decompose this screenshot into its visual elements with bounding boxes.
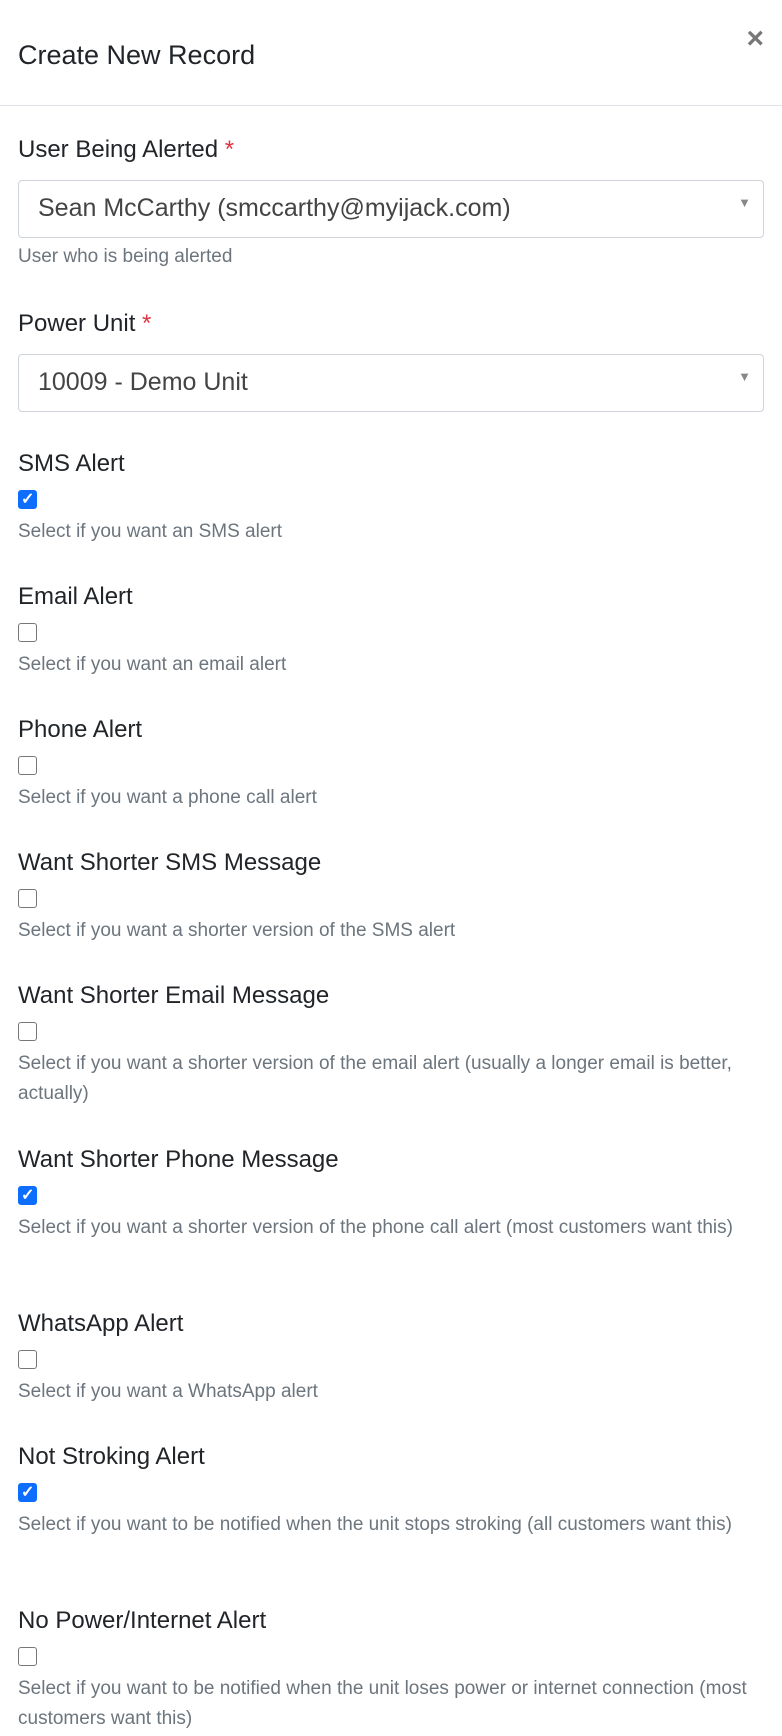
checkbox-help: Select if you want to be notified when t… (18, 1514, 732, 1535)
checkbox-help: Select if you want a shorter version of … (18, 920, 456, 941)
checkbox-field-group: SMS Alert Select if you want an SMS alert (18, 450, 764, 547)
checkbox-field-group: Not Stroking Alert Select if you want to … (18, 1443, 764, 1540)
checkbox-help: Select if you want an SMS alert (18, 521, 283, 542)
checkbox-help: Select if you want a shorter version of … (18, 1217, 733, 1238)
required-mark: * (224, 136, 235, 163)
checkbox[interactable] (18, 1482, 37, 1502)
checkbox-help: Select if you want a WhatsApp alert (18, 1381, 318, 1402)
user-select[interactable]: Sean McCarthy (smccarthy@myijack.com) ▼ (18, 180, 764, 238)
checkbox-label: Want Shorter Email Message (18, 982, 330, 1009)
checkbox-help: Select if you want to be notified when t… (18, 1678, 747, 1729)
power-unit-field-group: Power Unit * 10009 - Demo Unit ▼ (18, 310, 764, 412)
power-unit-select-value: 10009 - Demo Unit (38, 368, 248, 396)
user-select-value: Sean McCarthy (smccarthy@myijack.com) (38, 194, 511, 222)
checkbox-field-group: WhatsApp Alert Select if you want a Whats… (18, 1310, 764, 1407)
checkbox-label: SMS Alert (18, 450, 125, 477)
checkbox-label: WhatsApp Alert (18, 1310, 184, 1337)
user-label: User Being Alerted * (18, 136, 235, 163)
checkbox-field-group: Phone Alert Select if you want a phone ca… (18, 716, 764, 813)
modal-header: Create New Record × (0, 0, 782, 106)
checkbox-label: Want Shorter Phone Message (18, 1146, 339, 1173)
checkbox-help: Select if you want a shorter version of … (18, 1053, 732, 1104)
chevron-down-icon: ▼ (738, 369, 751, 384)
checkbox-label: Want Shorter SMS Message (18, 849, 322, 876)
chevron-down-icon: ▼ (738, 195, 751, 210)
checkbox-field-group: Want Shorter Email Message Select if you … (18, 982, 764, 1109)
checkbox-field-group: No Power/Internet Alert Select if you wan… (18, 1607, 764, 1734)
checkbox[interactable] (18, 1185, 37, 1205)
checkbox[interactable] (18, 1647, 37, 1666)
checkbox-label: Not Stroking Alert (18, 1443, 205, 1470)
checkbox-label: No Power/Internet Alert (18, 1607, 267, 1634)
modal-title: Create New Record (18, 40, 256, 70)
required-mark: * (142, 310, 152, 337)
checkbox-help: Select if you want an email alert (18, 654, 287, 675)
user-field-group: User Being Alerted * Sean McCarthy (smcc… (18, 136, 764, 272)
power-unit-label: Power Unit * (18, 310, 152, 337)
checkbox[interactable] (18, 489, 37, 509)
power-unit-select[interactable]: 10009 - Demo Unit ▼ (18, 354, 764, 412)
checkbox[interactable] (18, 1022, 37, 1041)
checkbox[interactable] (18, 756, 37, 775)
checkbox-field-group: Want Shorter Phone Message Select if you … (18, 1146, 764, 1243)
checkbox-field-group: Want Shorter SMS Message Select if you wa… (18, 849, 764, 946)
checkbox-label: Phone Alert (18, 716, 143, 743)
checkbox[interactable] (18, 1350, 37, 1369)
user-help: User who is being alerted (18, 246, 233, 267)
checkbox-help: Select if you want a phone call alert (18, 787, 317, 808)
checkbox[interactable] (18, 623, 37, 642)
checkbox-field-group: Email Alert Select if you want an email a… (18, 583, 764, 680)
close-icon[interactable]: × (746, 24, 764, 54)
checkbox-label: Email Alert (18, 583, 133, 610)
checkbox[interactable] (18, 889, 37, 908)
